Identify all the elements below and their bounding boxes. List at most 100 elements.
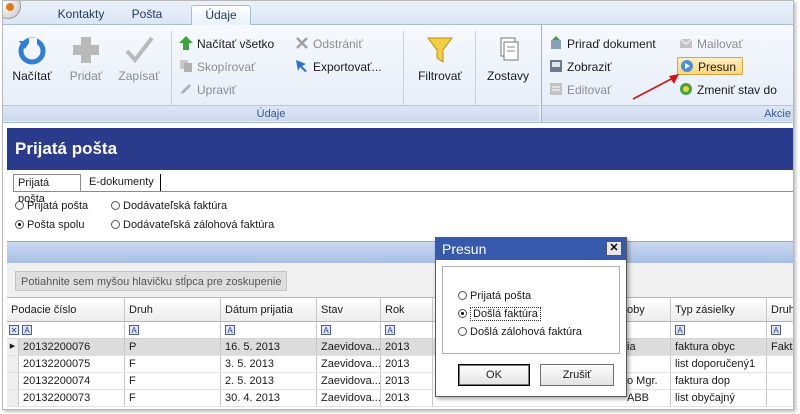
cell-druh-2 bbox=[767, 356, 793, 372]
radio-circle bbox=[111, 220, 120, 229]
table-row[interactable]: 20132200075 F 3. 5. 2013 Zaevidova... 20… bbox=[7, 356, 793, 373]
exportovat-button[interactable]: Exportovať... bbox=[295, 58, 382, 76]
zapisat-button[interactable]: Zapísať bbox=[111, 29, 167, 93]
radio-dodavatelska-zalohova[interactable]: Dodávateľská zálohová faktúra bbox=[111, 219, 274, 231]
filter-funnel-icon bbox=[427, 37, 453, 63]
filtrovat-button[interactable]: Filtrovať bbox=[409, 29, 471, 93]
cell-typ: list doporučený1 bbox=[671, 356, 767, 372]
filter-cell[interactable] bbox=[623, 322, 671, 338]
refresh-icon bbox=[18, 37, 46, 65]
zobrazit-button[interactable]: Zobraziť bbox=[549, 58, 612, 76]
subtab-e-dokumenty[interactable]: E-dokumenty bbox=[85, 174, 161, 192]
filter-cell[interactable]: A bbox=[767, 322, 793, 338]
ok-button[interactable]: OK bbox=[458, 364, 530, 386]
filter-icon[interactable]: A bbox=[675, 325, 685, 335]
cancel-button[interactable]: Zrušiť bbox=[540, 364, 614, 386]
radio-posta-spolu[interactable]: Pošta spolu bbox=[15, 219, 84, 231]
grid-toolbar-band bbox=[7, 241, 793, 263]
filter-cell[interactable]: A bbox=[317, 322, 381, 338]
column-header-typ-zasielky[interactable]: Typ zásielky bbox=[671, 298, 767, 321]
filter-cell[interactable]: ✕ A bbox=[7, 322, 125, 338]
dialog-title-bar[interactable]: Presun ✕ bbox=[436, 238, 626, 260]
cell-rok: 2013 bbox=[381, 373, 433, 389]
column-header-druh[interactable]: Druh bbox=[125, 298, 221, 321]
odstranit-button[interactable]: Odstrániť bbox=[295, 35, 363, 53]
cell-druh: F bbox=[125, 373, 221, 389]
filter-icon[interactable]: A bbox=[129, 325, 139, 335]
close-icon[interactable]: ✕ bbox=[606, 241, 622, 256]
report-icon bbox=[500, 37, 519, 61]
row-selector bbox=[7, 356, 19, 372]
radio-label: Prijatá pošta bbox=[27, 200, 89, 212]
cell-druh: F bbox=[125, 390, 221, 406]
zapisat-label: Zapísať bbox=[118, 69, 160, 83]
dialog-radio-dosla-zalohova[interactable]: Došlá zálohová faktúra bbox=[458, 326, 582, 338]
column-header-druh-2[interactable]: Druh bbox=[767, 298, 793, 321]
column-header-stav[interactable]: Stav bbox=[317, 298, 381, 321]
filter-cell[interactable]: A bbox=[125, 322, 221, 338]
nacitat-label: Načítať bbox=[12, 69, 52, 83]
cell-stav: Zaevidova... bbox=[317, 390, 381, 406]
ribbon-separator bbox=[171, 31, 172, 115]
table-row[interactable]: 20132200073 F 30. 4. 2013 Zaevidova... 2… bbox=[7, 390, 793, 407]
filter-icon[interactable]: A bbox=[225, 325, 235, 335]
radio-label: Dodávateľská zálohová faktúra bbox=[123, 219, 275, 231]
radio-prijata-posta[interactable]: Prijatá pošta bbox=[15, 200, 88, 212]
tab-udaje[interactable]: Údaje bbox=[191, 5, 251, 25]
radio-circle-checked bbox=[15, 220, 24, 229]
udaje-group-label: Údaje bbox=[3, 105, 539, 121]
filter-cell[interactable]: A bbox=[671, 322, 767, 338]
column-header-osoby[interactable]: oby bbox=[623, 298, 671, 321]
column-header-podacie-cislo[interactable]: Podacie číslo bbox=[7, 298, 125, 321]
radio-dodavatelska-faktura[interactable]: Dodávateľská faktúra bbox=[111, 200, 227, 212]
cell-osoba: ia bbox=[623, 339, 671, 355]
filter-icon[interactable]: A bbox=[385, 325, 395, 335]
filter-icon[interactable]: A bbox=[22, 325, 33, 335]
ribbon-separator bbox=[475, 31, 476, 115]
group-by-area[interactable]: Potiahnite sem myšou hlavičku stĺpca pre… bbox=[7, 263, 793, 297]
radio-label: Prijatá pošta bbox=[470, 290, 532, 302]
export-arrow-icon bbox=[296, 60, 307, 72]
subtab-prijata-posta[interactable]: Prijatá pošta bbox=[13, 174, 81, 205]
column-header-datum-prijatia[interactable]: Dátum prijatia bbox=[221, 298, 317, 321]
upravit-button[interactable]: Upraviť bbox=[179, 81, 236, 99]
nacitat-button[interactable]: Načítať bbox=[5, 29, 59, 93]
pencil-icon bbox=[181, 84, 191, 94]
filter-clear-icon[interactable]: ✕ bbox=[9, 325, 19, 335]
cell-druh-2 bbox=[767, 390, 793, 406]
app-menu-button[interactable] bbox=[3, 1, 21, 19]
page-title: Prijatá pošta bbox=[7, 128, 793, 170]
tab-kontakty[interactable]: Kontakty bbox=[49, 5, 113, 25]
column-header-rok[interactable]: Rok bbox=[381, 298, 433, 321]
table-row[interactable]: 20132200074 F 2. 5. 2013 Zaevidova... 20… bbox=[7, 373, 793, 390]
filtrovat-label: Filtrovať bbox=[418, 69, 462, 83]
pridat-button[interactable]: Pridať bbox=[59, 29, 113, 93]
mail-icon bbox=[679, 38, 693, 48]
app-window: Kontakty Pošta Údaje Načítať Pridať Zapí… bbox=[2, 0, 794, 410]
skopirovat-button[interactable]: Skopírovať bbox=[179, 58, 256, 76]
filter-icon[interactable]: A bbox=[321, 325, 331, 335]
view-document-icon bbox=[550, 60, 562, 72]
filter-cell[interactable]: A bbox=[221, 322, 317, 338]
radio-circle bbox=[458, 327, 467, 336]
dialog-radio-prijata-posta[interactable]: Prijatá pošta bbox=[458, 290, 531, 302]
cell-druh-2 bbox=[767, 373, 793, 389]
mailovat-button[interactable]: Mailovať bbox=[679, 35, 743, 53]
mailovat-label: Mailovať bbox=[697, 37, 743, 51]
editovat-button[interactable]: Editovať bbox=[549, 81, 612, 99]
nacitat-vsetko-button[interactable]: Načítať všetko bbox=[179, 35, 274, 53]
zostavy-button[interactable]: Zostavy bbox=[479, 29, 537, 93]
presun-label: Presun bbox=[698, 60, 737, 74]
tab-posta[interactable]: Pošta bbox=[121, 5, 173, 25]
priradit-dokument-button[interactable]: Priraď dokument bbox=[549, 35, 656, 53]
dialog-title: Presun bbox=[442, 241, 487, 257]
table-row[interactable]: ▶ 20132200076 P 16. 5. 2013 Zaevidova...… bbox=[7, 339, 793, 356]
radio-circle bbox=[111, 201, 120, 210]
filter-icon[interactable]: A bbox=[771, 325, 781, 335]
radio-circle bbox=[15, 201, 24, 210]
delete-x-icon bbox=[296, 37, 308, 49]
cell-osoba bbox=[623, 356, 671, 372]
zmenit-stav-button[interactable]: Zmeniť stav do bbox=[679, 81, 777, 99]
dialog-radio-dosla-faktura[interactable]: Došlá faktúra bbox=[458, 307, 541, 321]
filter-cell[interactable]: A bbox=[381, 322, 433, 338]
